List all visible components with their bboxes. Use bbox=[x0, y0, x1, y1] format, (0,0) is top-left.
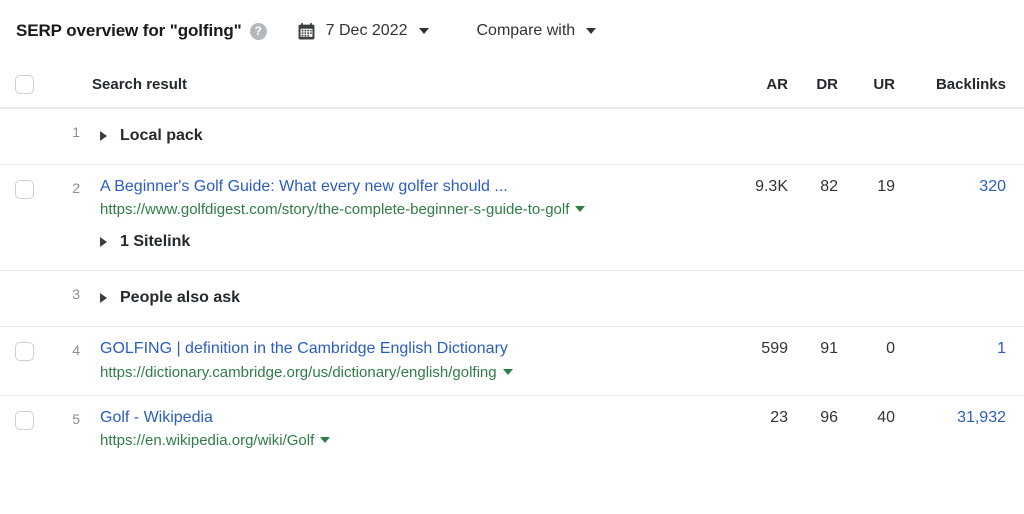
row-ur: 19 bbox=[877, 178, 895, 195]
result-url[interactable]: https://dictionary.cambridge.org/us/dict… bbox=[100, 362, 724, 383]
row-ar bbox=[724, 109, 788, 122]
calendar-icon bbox=[298, 22, 315, 39]
serp-feature-label: People also ask bbox=[120, 289, 241, 307]
chevron-down-icon[interactable] bbox=[320, 436, 331, 443]
row-backlinks bbox=[895, 271, 1006, 284]
row-checkbox-cell bbox=[0, 165, 48, 199]
table-header-row: Search result AR DR UR Backlinks bbox=[0, 62, 1024, 108]
row-dr bbox=[788, 109, 838, 122]
question-mark-circle-icon[interactable]: ? bbox=[249, 22, 267, 40]
row-checkbox[interactable] bbox=[14, 410, 34, 430]
column-header-backlinks[interactable]: Backlinks bbox=[895, 76, 1006, 93]
result-url-text: https://dictionary.cambridge.org/us/dict… bbox=[100, 363, 497, 381]
row-rank: 5 bbox=[72, 410, 80, 427]
result-url[interactable]: https://en.wikipedia.org/wiki/Golf bbox=[100, 430, 724, 451]
result-url-text: https://en.wikipedia.org/wiki/Golf bbox=[100, 431, 315, 449]
result-title-link[interactable]: GOLFING | definition in the Cambridge En… bbox=[100, 338, 724, 359]
chevron-down-icon[interactable] bbox=[502, 368, 513, 375]
page-title: SERP overview for "golfing" bbox=[16, 21, 242, 40]
row-checkbox[interactable] bbox=[14, 342, 34, 362]
row-ar: 599 bbox=[761, 340, 788, 358]
row-dr: 91 bbox=[820, 340, 838, 358]
expand-triangle-icon bbox=[100, 131, 107, 141]
date-picker[interactable]: 7 Dec 2022 bbox=[298, 22, 429, 40]
table-row: 3 People also ask bbox=[0, 270, 1024, 326]
row-content: A Beginner's Golf Guide: What every new … bbox=[80, 165, 724, 270]
sitelink-group: 1 Sitelink bbox=[100, 226, 724, 258]
row-rank: 4 bbox=[72, 342, 80, 359]
row-checkbox-cell bbox=[0, 396, 48, 430]
row-ar bbox=[724, 271, 788, 284]
page-toolbar: SERP overview for "golfing" ? 7 Dec 2022… bbox=[0, 0, 1024, 62]
column-header-dr[interactable]: DR bbox=[788, 76, 838, 93]
row-backlinks[interactable]: 1 bbox=[895, 327, 1006, 358]
table-row: 2 A Beginner's Golf Guide: What every ne… bbox=[0, 164, 1024, 270]
result-url-text: https://www.golfdigest.com/story/the-com… bbox=[100, 201, 570, 219]
select-all-cell bbox=[0, 75, 48, 94]
row-ar: 9.3K bbox=[755, 178, 788, 195]
serp-feature-toggle[interactable]: Local pack bbox=[100, 120, 724, 152]
column-header-ur[interactable]: UR bbox=[838, 76, 895, 93]
row-dr: 82 bbox=[820, 178, 838, 195]
serp-feature-toggle[interactable]: People also ask bbox=[100, 282, 724, 314]
table-row: 5 Golf - Wikipedia https://en.wikipedia.… bbox=[0, 394, 1024, 463]
chevron-down-icon bbox=[586, 28, 597, 34]
selected-date: 7 Dec 2022 bbox=[325, 22, 408, 39]
expand-triangle-icon bbox=[100, 293, 107, 304]
row-content: People also ask bbox=[80, 271, 724, 326]
row-rank: 1 bbox=[72, 124, 80, 140]
row-ar: 23 bbox=[770, 408, 788, 426]
search-result-header-cell: Search result bbox=[80, 76, 724, 94]
row-rank: 2 bbox=[72, 180, 80, 196]
column-header-ar[interactable]: AR bbox=[724, 76, 788, 93]
serp-feature-label: Local pack bbox=[120, 127, 203, 144]
sitelink-label: 1 Sitelink bbox=[120, 233, 191, 251]
row-checkbox-cell bbox=[0, 271, 48, 286]
compare-with-label: Compare with bbox=[476, 22, 576, 39]
sitelink-toggle[interactable]: 1 Sitelink bbox=[100, 226, 724, 258]
chevron-down-icon bbox=[418, 28, 429, 34]
row-checkbox[interactable] bbox=[14, 180, 34, 199]
row-ur bbox=[838, 271, 895, 284]
row-content: Golf - Wikipedia https://en.wikipedia.or… bbox=[80, 396, 724, 463]
table-row: 4 GOLFING | definition in the Cambridge … bbox=[0, 326, 1024, 394]
row-backlinks[interactable]: 31,932 bbox=[895, 396, 1006, 427]
result-title-link[interactable]: A Beginner's Golf Guide: What every new … bbox=[100, 176, 724, 197]
expand-triangle-icon bbox=[100, 237, 107, 248]
chevron-down-icon[interactable] bbox=[575, 206, 586, 213]
row-backlinks bbox=[895, 109, 1006, 122]
row-checkbox-cell bbox=[0, 327, 48, 362]
row-backlinks[interactable]: 320 bbox=[895, 165, 1006, 196]
table-row: 1 Local pack bbox=[0, 108, 1024, 164]
row-ur bbox=[838, 109, 895, 122]
result-url[interactable]: https://www.golfdigest.com/story/the-com… bbox=[100, 199, 724, 220]
result-title-link[interactable]: Golf - Wikipedia bbox=[100, 407, 724, 428]
row-ur: 40 bbox=[877, 408, 895, 426]
row-checkbox-cell bbox=[0, 109, 48, 124]
column-header-search-result: Search result bbox=[92, 75, 188, 93]
row-ur: 0 bbox=[886, 340, 895, 358]
compare-with-dropdown[interactable]: Compare with bbox=[477, 22, 597, 40]
select-all-checkbox[interactable] bbox=[14, 75, 34, 94]
row-content: Local pack bbox=[80, 109, 724, 164]
row-dr bbox=[788, 271, 838, 284]
serp-results-table: Search result AR DR UR Backlinks 1 Local… bbox=[0, 62, 1024, 463]
row-content: GOLFING | definition in the Cambridge En… bbox=[80, 327, 724, 394]
row-rank: 3 bbox=[72, 286, 80, 303]
row-dr: 96 bbox=[820, 408, 838, 426]
